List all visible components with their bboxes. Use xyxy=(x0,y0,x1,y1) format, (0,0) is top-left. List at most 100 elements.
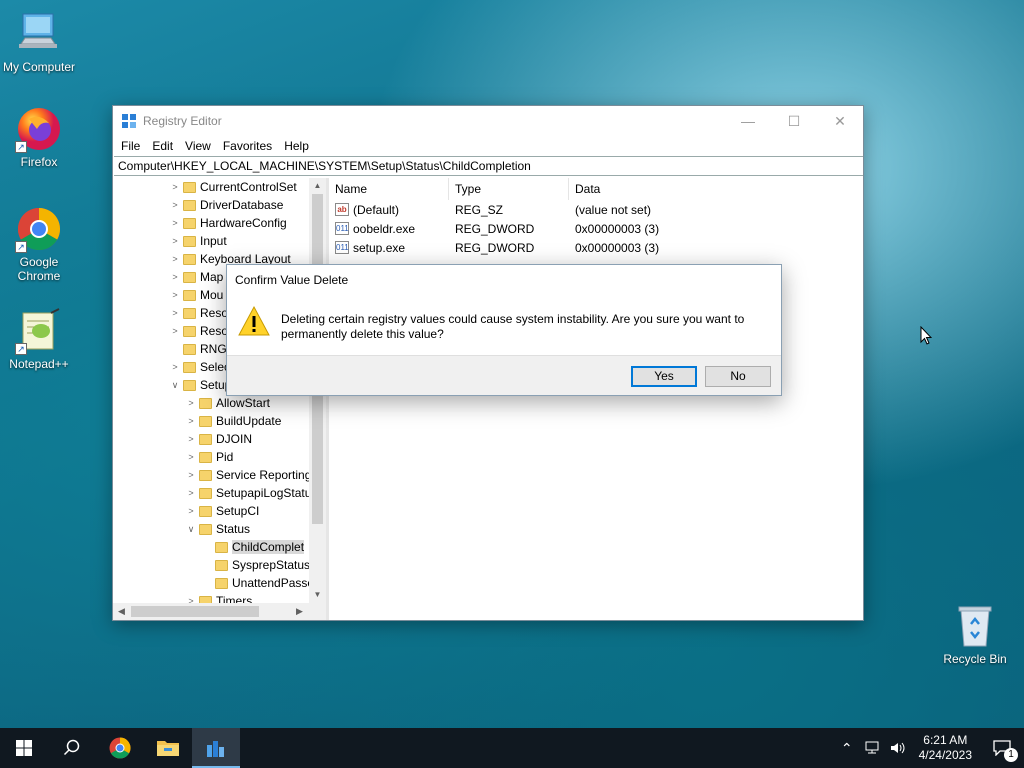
address-bar[interactable]: Computer\HKEY_LOCAL_MACHINE\SYSTEM\Setup… xyxy=(114,156,863,176)
menu-edit[interactable]: Edit xyxy=(146,139,179,153)
panes: > CurrentControlSet > DriverDatabase > Hard… xyxy=(113,178,863,620)
tree-item[interactable]: UnattendPasse xyxy=(113,574,326,592)
folder-icon xyxy=(199,397,212,409)
dword-value-icon: 011 xyxy=(335,222,349,235)
tree-item[interactable]: > DJOIN xyxy=(113,430,326,448)
dialog-message: Deleting certain registry values could c… xyxy=(281,312,745,341)
folder-icon xyxy=(183,271,196,283)
menu-bar: File Edit View Favorites Help xyxy=(113,136,863,156)
dword-value-icon: 011 xyxy=(335,241,349,254)
taskbar-registry-editor[interactable] xyxy=(192,728,240,768)
tree-item[interactable]: > SetupCI xyxy=(113,502,326,520)
search-button[interactable] xyxy=(48,728,96,768)
yes-button[interactable]: Yes xyxy=(631,366,697,387)
scroll-down-icon[interactable]: ▼ xyxy=(309,587,326,603)
maximize-button[interactable]: ☐ xyxy=(771,106,817,136)
column-type[interactable]: Type xyxy=(449,178,569,200)
regedit-icon xyxy=(122,114,136,128)
menu-help[interactable]: Help xyxy=(278,139,315,153)
file-explorer-icon xyxy=(157,741,179,756)
system-tray: ⌃ 6:21 AM 4/24/2023 1 xyxy=(835,728,1024,768)
desktop-icon-label: Recycle Bin xyxy=(943,652,1007,666)
menu-favorites[interactable]: Favorites xyxy=(217,139,278,153)
tree-item[interactable]: > CurrentControlSet xyxy=(113,178,326,196)
tree-item[interactable]: > SetupapiLogStatu xyxy=(113,484,326,502)
scroll-right-icon[interactable]: ▶ xyxy=(291,603,308,620)
folder-icon xyxy=(199,487,212,499)
value-row[interactable]: ab (Default) REG_SZ (value not set) xyxy=(329,200,863,219)
dialog-body: Deleting certain registry values could c… xyxy=(227,295,781,355)
start-button[interactable] xyxy=(0,728,48,768)
search-icon xyxy=(63,739,80,756)
folder-icon xyxy=(199,433,212,445)
key-tree: > CurrentControlSet > DriverDatabase > Hard… xyxy=(113,178,329,620)
column-data[interactable]: Data xyxy=(569,178,719,200)
shortcut-arrow-icon: ↗ xyxy=(15,343,27,355)
volume-icon[interactable] xyxy=(889,740,907,756)
folder-icon xyxy=(183,181,196,193)
tree-item[interactable]: > Pid xyxy=(113,448,326,466)
folder-icon xyxy=(183,217,196,229)
tree-item[interactable]: > BuildUpdate xyxy=(113,412,326,430)
folder-icon xyxy=(199,451,212,463)
value-row[interactable]: 011 setup.exe REG_DWORD 0x00000003 (3) xyxy=(329,238,863,257)
clock[interactable]: 6:21 AM 4/24/2023 xyxy=(911,733,980,763)
minimize-button[interactable]: — xyxy=(725,106,771,136)
close-button[interactable]: ✕ xyxy=(817,106,863,136)
desktop-icon-my-computer[interactable]: My Computer xyxy=(0,10,79,74)
desktop-icon-google-chrome[interactable]: ↗ Google Chrome xyxy=(0,205,79,283)
desktop-icon-label: Notepad++ xyxy=(9,357,69,371)
folder-icon xyxy=(199,415,212,427)
scroll-thumb[interactable] xyxy=(131,606,259,617)
tree-item[interactable]: > DriverDatabase xyxy=(113,196,326,214)
folder-icon xyxy=(215,541,228,553)
tree-item[interactable]: > AllowStart xyxy=(113,394,326,412)
taskbar: ⌃ 6:21 AM 4/24/2023 1 xyxy=(0,728,1024,768)
folder-icon xyxy=(183,325,196,337)
scroll-left-icon[interactable]: ◀ xyxy=(113,603,130,620)
clock-time: 6:21 AM xyxy=(923,733,968,747)
folder-icon xyxy=(183,307,196,319)
folder-icon xyxy=(183,235,196,247)
menu-view[interactable]: View xyxy=(179,139,217,153)
desktop-icon-firefox[interactable]: ↗ Firefox xyxy=(0,105,79,169)
dialog-title: Confirm Value Delete xyxy=(227,265,781,295)
tree-item[interactable]: SysprepStatus xyxy=(113,556,326,574)
folder-icon xyxy=(183,253,196,265)
scroll-up-icon[interactable]: ▲ xyxy=(309,178,326,194)
desktop-icon-label: Google Chrome xyxy=(17,255,61,283)
taskbar-chrome[interactable] xyxy=(96,728,144,768)
shortcut-arrow-icon: ↗ xyxy=(15,141,27,153)
folder-icon xyxy=(183,379,196,391)
tree-horizontal-scrollbar[interactable]: ◀ ▶ xyxy=(113,603,326,620)
value-row[interactable]: 011 oobeldr.exe REG_DWORD 0x00000003 (3) xyxy=(329,219,863,238)
title-bar[interactable]: Registry Editor — ☐ ✕ xyxy=(113,106,863,136)
chrome-icon xyxy=(109,737,131,759)
menu-file[interactable]: File xyxy=(115,139,146,153)
tree-item[interactable]: ∨ Status xyxy=(113,520,326,538)
tree-item[interactable]: > Service Reporting xyxy=(113,466,326,484)
address-text: Computer\HKEY_LOCAL_MACHINE\SYSTEM\Setup… xyxy=(118,159,531,173)
confirm-value-delete-dialog: Confirm Value Delete Deleting certain re… xyxy=(226,264,782,396)
tree-item[interactable]: > Input xyxy=(113,232,326,250)
desktop-icon-recycle-bin[interactable]: Recycle Bin xyxy=(935,602,1015,666)
mouse-cursor-icon xyxy=(920,326,932,345)
column-name[interactable]: Name xyxy=(329,178,449,200)
notification-center-button[interactable]: 1 xyxy=(980,728,1024,768)
chevron-up-icon[interactable]: ⌃ xyxy=(835,740,859,757)
window-title: Registry Editor xyxy=(143,114,222,128)
string-value-icon: ab xyxy=(335,203,349,216)
folder-icon xyxy=(215,577,228,589)
notepad-plus-plus-icon: ↗ xyxy=(15,307,63,355)
taskbar-file-explorer[interactable] xyxy=(144,728,192,768)
no-button[interactable]: No xyxy=(705,366,771,387)
dialog-footer: Yes No xyxy=(227,355,781,395)
values-pane: Name Type Data ab (Default) REG_SZ (value… xyxy=(329,178,863,620)
tree-item-selected[interactable]: ChildComplet xyxy=(113,538,326,556)
tree-item[interactable]: > HardwareConfig xyxy=(113,214,326,232)
folder-icon xyxy=(199,505,212,517)
clock-date: 4/24/2023 xyxy=(918,748,972,762)
network-icon[interactable] xyxy=(863,740,881,756)
desktop-icon-notepad-plus-plus[interactable]: ↗ Notepad++ xyxy=(0,307,79,371)
folder-icon xyxy=(183,361,196,373)
